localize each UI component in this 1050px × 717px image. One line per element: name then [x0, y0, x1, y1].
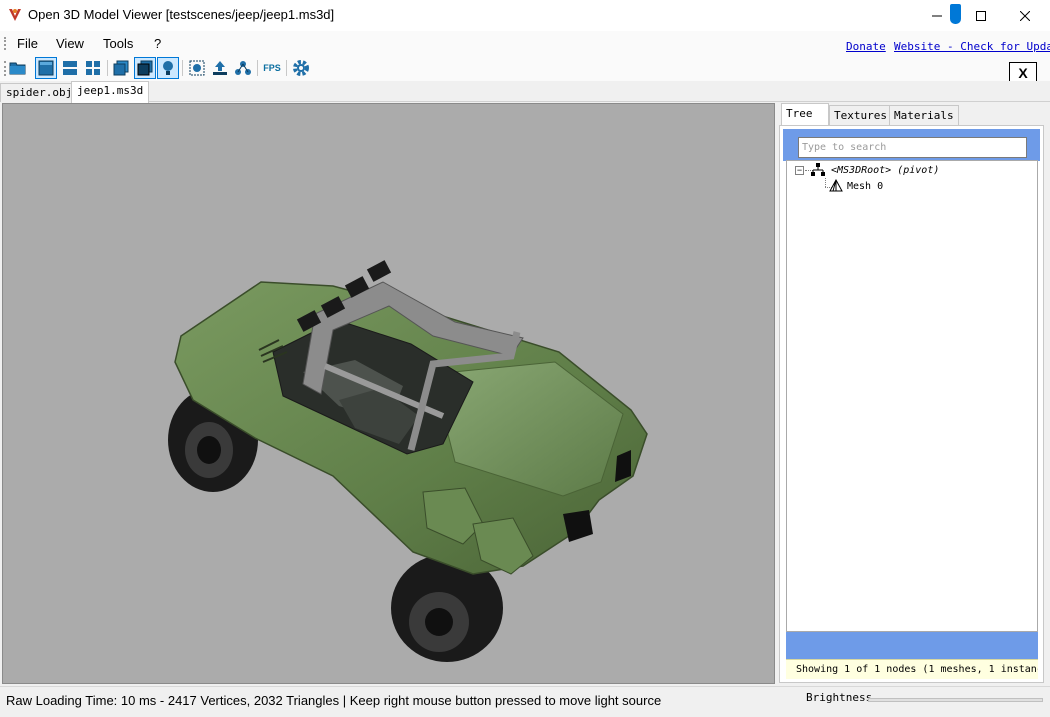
app-logo-icon	[9, 9, 21, 21]
donate-link[interactable]: Donate	[846, 40, 886, 53]
tab-tree[interactable]: Tree	[781, 103, 829, 126]
menu-bar: File View Tools ? Donate Website - Check…	[0, 31, 1050, 55]
close-icon	[1020, 10, 1030, 21]
menu-view[interactable]: View	[56, 36, 84, 51]
focus-target-icon	[189, 60, 205, 76]
menu-grip-handle[interactable]	[4, 37, 6, 50]
maximize-icon	[976, 10, 986, 21]
tree-status-text: Showing 1 of 1 nodes (1 meshes, 1 instan…	[786, 659, 1038, 679]
tree-node-label: <MS3DRoot> (pivot)	[831, 164, 940, 176]
solid-cube-icon	[137, 60, 153, 76]
3d-viewport[interactable]	[2, 103, 775, 684]
lightbulb-icon	[163, 61, 173, 75]
folder-open-icon	[9, 62, 26, 75]
fps-button[interactable]: FPS	[261, 57, 283, 79]
website-link[interactable]: Website - Check for Updates	[894, 40, 1050, 53]
close-window-button[interactable]	[1002, 0, 1048, 31]
tab-textures[interactable]: Textures	[829, 105, 892, 125]
wireframe-button[interactable]	[110, 57, 132, 79]
toolbar: FPS	[0, 55, 1050, 81]
menu-file[interactable]: File	[17, 36, 38, 51]
lighting-button[interactable]	[157, 57, 179, 79]
title-bar: Open 3D Model Viewer [testscenes/jeep/je…	[0, 0, 1050, 31]
tab-spider-obj[interactable]: spider.obj	[0, 83, 79, 102]
search-bar	[783, 129, 1040, 161]
settings-button[interactable]	[290, 57, 312, 79]
cube-icon	[113, 60, 129, 76]
file-tabs-bar: spider.obj jeep1.ms3d	[0, 81, 1050, 103]
normals-button[interactable]	[209, 57, 231, 79]
skeleton-button[interactable]	[232, 57, 254, 79]
brightness-label: Brightness	[806, 691, 873, 704]
maximize-button[interactable]	[958, 0, 1004, 31]
toolbar-grip-handle[interactable]	[4, 61, 6, 76]
menu-tools[interactable]: Tools	[103, 36, 133, 51]
window-title: Open 3D Model Viewer [testscenes/jeep/je…	[28, 7, 335, 22]
hierarchy-icon	[811, 163, 825, 176]
minimize-icon	[932, 15, 942, 16]
two-view-button[interactable]	[59, 57, 81, 79]
status-bar: Raw Loading Time: 10 ms - 2417 Vertices,…	[0, 686, 1050, 717]
open-file-button[interactable]	[7, 57, 29, 79]
tree-tab-content: − <MS3DRoot> (pivot) Mesh 0 Showing 1 of…	[779, 125, 1044, 683]
arrow-up-icon	[213, 61, 227, 75]
four-view-button[interactable]	[82, 57, 104, 79]
split-horizontal-icon	[63, 61, 77, 75]
brightness-slider-track[interactable]	[868, 698, 1043, 702]
brightness-slider-thumb[interactable]	[950, 4, 961, 24]
tree-connector	[825, 178, 826, 187]
tab-jeep1-ms3d[interactable]: jeep1.ms3d	[71, 81, 150, 103]
expand-collapse-toggle[interactable]: −	[795, 166, 804, 175]
mesh-icon	[829, 179, 843, 192]
toolbar-separator	[182, 60, 183, 76]
solid-shading-button[interactable]	[134, 57, 156, 79]
tree-node-root[interactable]: <MS3DRoot> (pivot)	[811, 162, 939, 178]
scene-tree[interactable]: − <MS3DRoot> (pivot) Mesh 0	[786, 160, 1038, 632]
menu-help[interactable]: ?	[154, 36, 161, 51]
tab-materials[interactable]: Materials	[889, 105, 959, 125]
status-text: Raw Loading Time: 10 ms - 2417 Vertices,…	[6, 693, 662, 708]
tree-node-mesh[interactable]: Mesh 0	[829, 178, 883, 194]
toolbar-separator	[286, 60, 287, 76]
fps-label: FPS	[263, 63, 281, 73]
tree-node-label: Mesh 0	[847, 180, 884, 192]
search-input[interactable]	[798, 137, 1027, 158]
scene-panel: Tree Textures Materials − <MS3DRoot> (pi…	[779, 103, 1044, 683]
toolbar-separator	[257, 60, 258, 76]
center-view-button[interactable]	[186, 57, 208, 79]
grid-four-icon	[86, 61, 100, 75]
toolbar-separator	[107, 60, 108, 76]
tree-footer-bar	[786, 632, 1038, 659]
nodes-icon	[235, 61, 251, 75]
single-view-icon	[38, 60, 54, 76]
gear-icon	[293, 60, 309, 76]
jeep-model-render	[168, 260, 648, 662]
single-view-button[interactable]	[35, 57, 57, 79]
